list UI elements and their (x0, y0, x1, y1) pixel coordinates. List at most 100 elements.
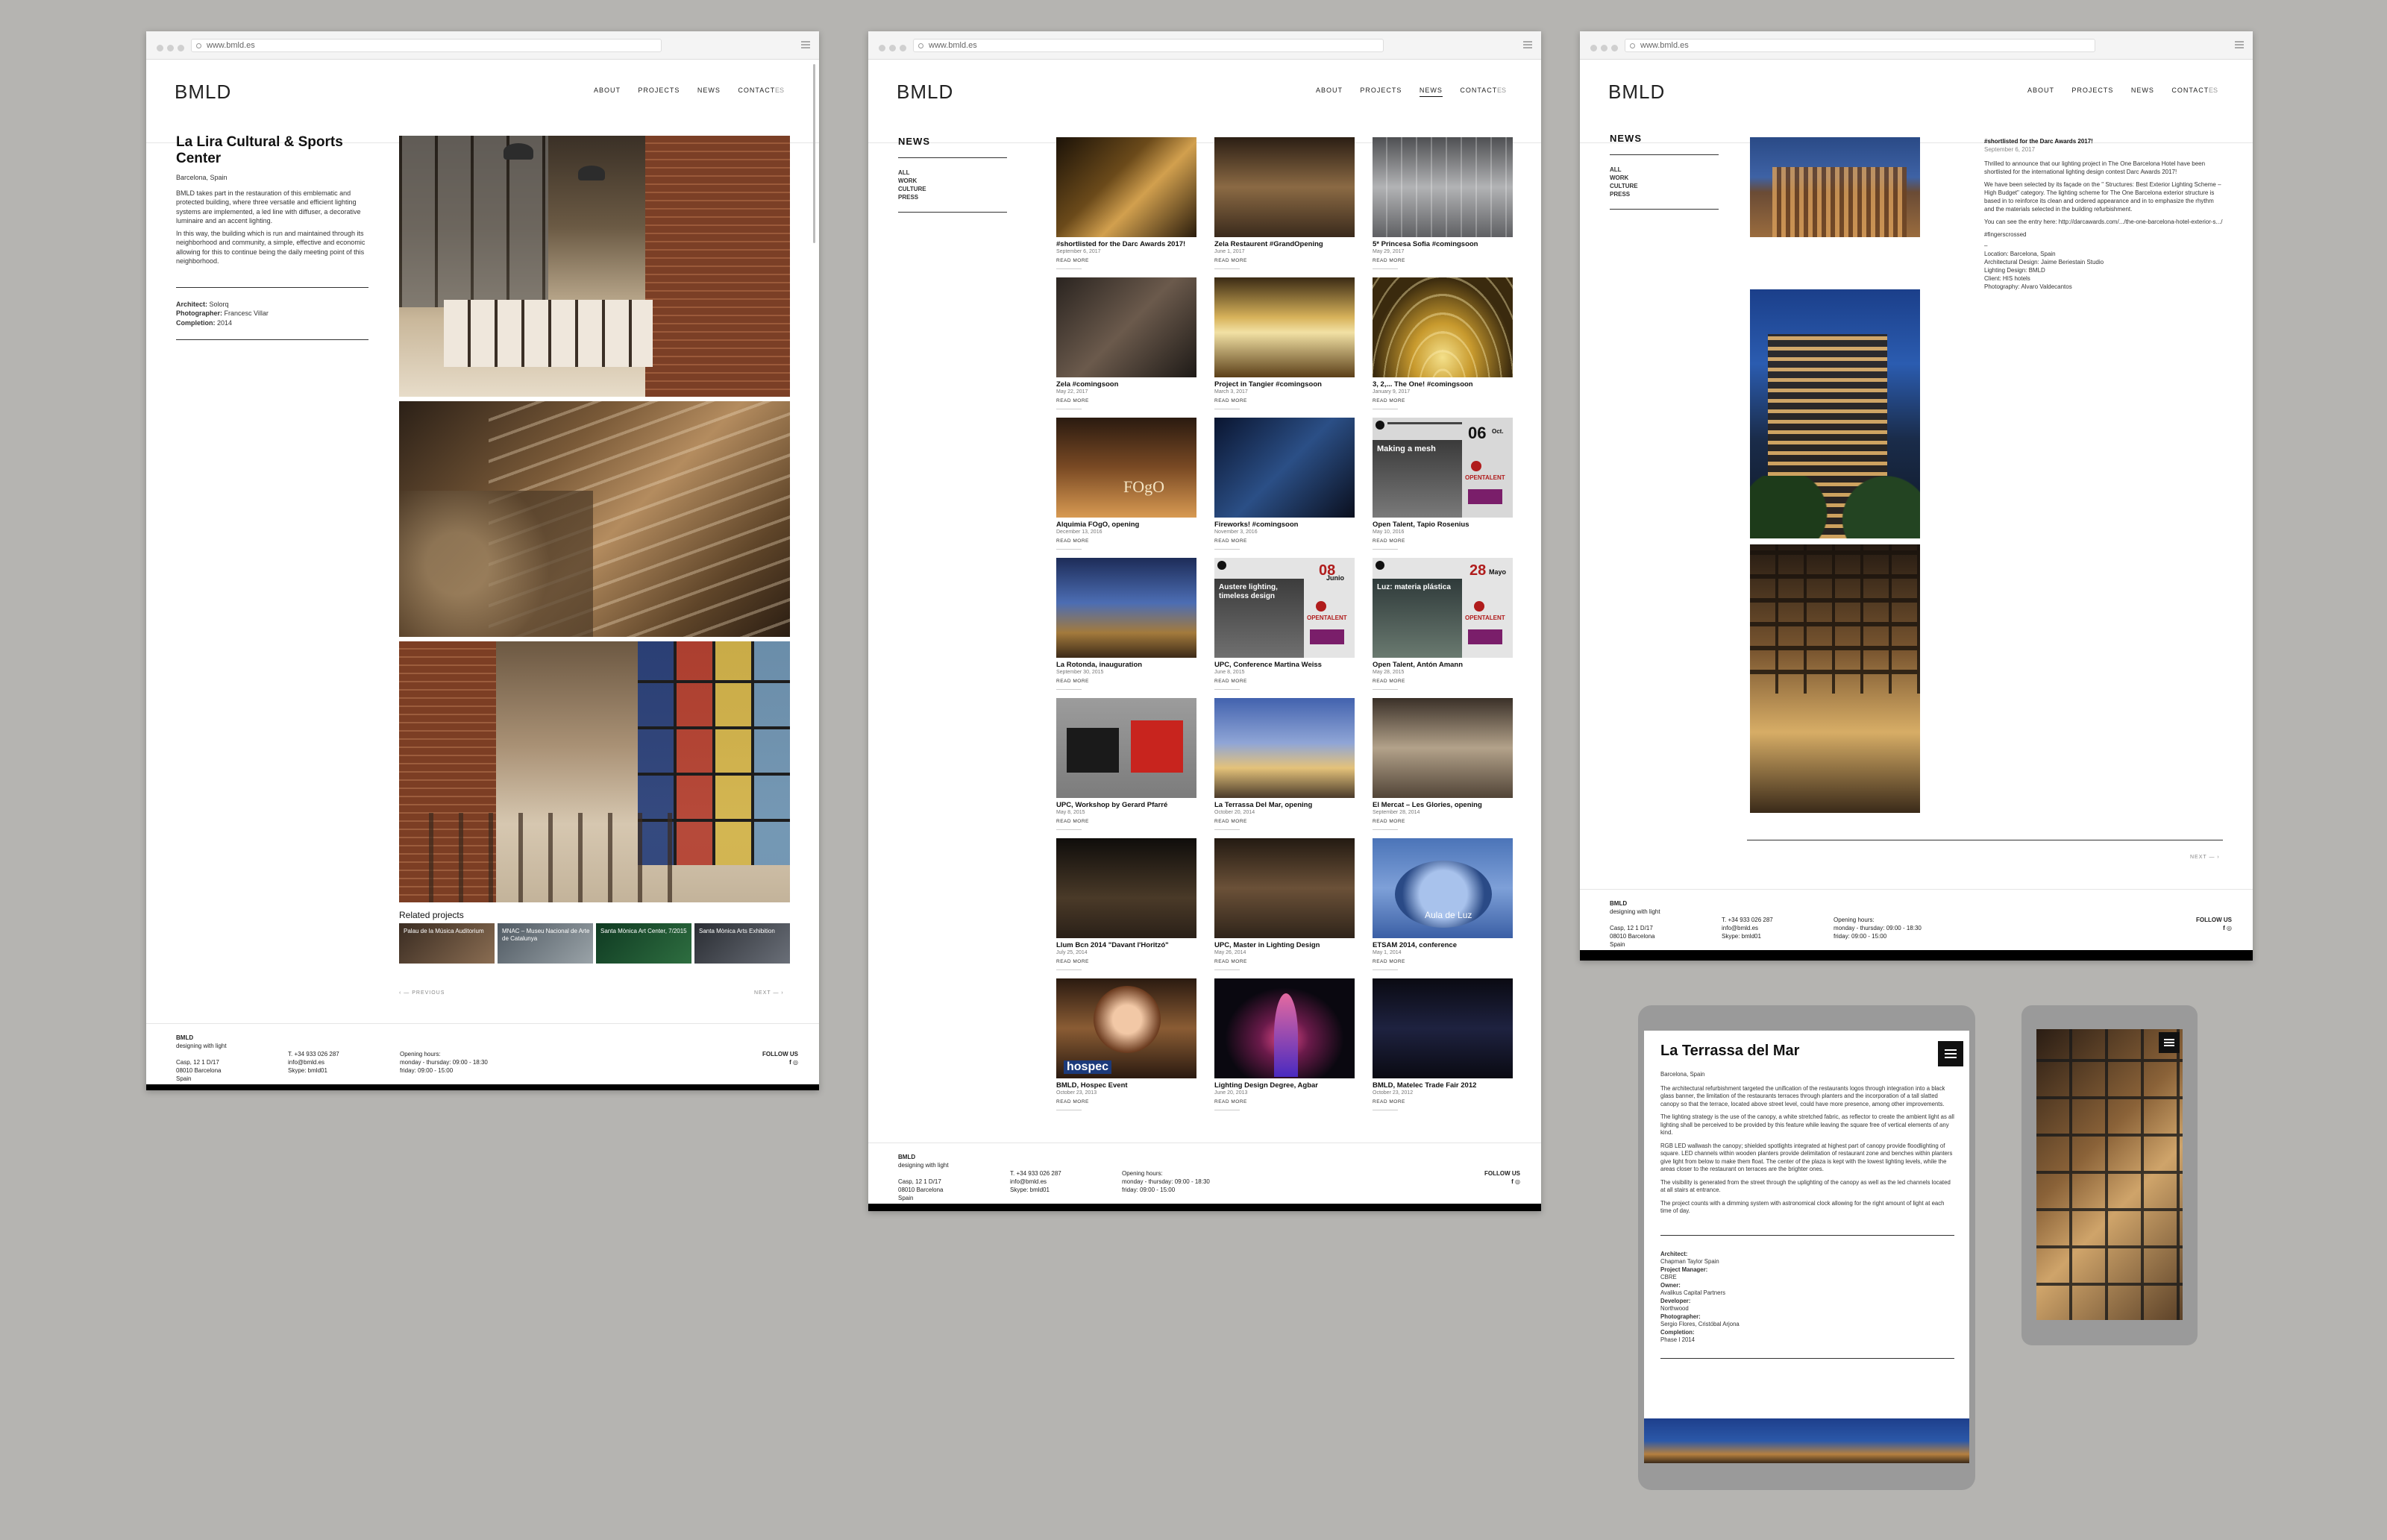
project-photo-cafe[interactable] (399, 641, 790, 902)
nav-projects[interactable]: PROJECTS (1360, 87, 1402, 94)
read-more-link[interactable]: READ MORE (1214, 959, 1247, 970)
news-item-title[interactable]: Lighting Design Degree, Agbar (1214, 1081, 1318, 1090)
email-link[interactable]: info@bmld.es (1722, 924, 1773, 932)
project-photo-interior[interactable] (399, 136, 790, 397)
news-item-title[interactable]: La Terrassa Del Mar, opening (1214, 801, 1312, 809)
news-item-title[interactable]: UPC, Master in Lighting Design (1214, 941, 1320, 949)
filter-work[interactable]: WORK (1610, 174, 1719, 182)
next-link[interactable]: NEXT — › (754, 990, 784, 996)
nav-about[interactable]: ABOUT (594, 87, 621, 94)
read-more-link[interactable]: READ MORE (1373, 819, 1405, 830)
news-item-title[interactable]: Zela #comingsoon (1056, 380, 1118, 389)
nav-about[interactable]: ABOUT (2027, 87, 2054, 94)
news-item-title[interactable]: Fireworks! #comingsoon (1214, 521, 1298, 529)
read-more-link[interactable]: READ MORE (1214, 1099, 1247, 1110)
site-logo[interactable]: BMLD (897, 81, 953, 104)
window-controls[interactable] (1590, 42, 1622, 55)
filter-all[interactable]: ALL (1610, 166, 1719, 174)
news-thumbnail[interactable] (1214, 978, 1355, 1078)
read-more-link[interactable]: READ MORE (1373, 538, 1405, 550)
news-thumbnail[interactable] (1214, 418, 1355, 518)
related-project-card[interactable]: Palau de la Música Auditorium (399, 923, 495, 964)
news-thumbnail[interactable]: 08 Junio Austere lighting, timeless design… (1214, 558, 1355, 658)
news-item-title[interactable]: Llum Bcn 2014 "Davant l'Horitzó" (1056, 941, 1169, 949)
filter-all[interactable]: ALL (898, 169, 1007, 177)
news-thumbnail[interactable] (1214, 838, 1355, 938)
read-more-link[interactable]: READ MORE (1056, 819, 1089, 830)
news-thumbnail[interactable]: FOgO (1056, 418, 1196, 518)
address-bar[interactable]: www.bmld.es (1625, 39, 2096, 52)
news-item-title[interactable]: Project in Tangier #comingsoon (1214, 380, 1322, 389)
news-thumbnail[interactable] (1056, 558, 1196, 658)
nav-news[interactable]: NEWS (697, 87, 721, 94)
browser-menu-icon[interactable] (801, 41, 810, 48)
read-more-link[interactable]: READ MORE (1056, 398, 1089, 409)
filter-work[interactable]: WORK (898, 177, 1007, 185)
news-thumbnail[interactable] (1373, 277, 1513, 377)
news-item-title[interactable]: UPC, Conference Martina Weiss (1214, 661, 1322, 669)
news-item-title[interactable]: #shortlisted for the Darc Awards 2017! (1056, 240, 1185, 248)
tablet-photo[interactable] (1644, 1418, 1969, 1463)
news-thumbnail[interactable] (1373, 978, 1513, 1078)
related-project-card[interactable]: Santa Mònica Arts Exhibition (694, 923, 790, 964)
read-more-link[interactable]: READ MORE (1373, 959, 1405, 970)
previous-link[interactable]: ‹ — PREVIOUS (399, 990, 445, 996)
instagram-icon[interactable]: ◎ (793, 1059, 798, 1066)
nav-projects[interactable]: PROJECTS (638, 87, 680, 94)
article-link[interactable]: You can see the entry here: http://darca… (1984, 218, 2223, 226)
read-more-link[interactable]: READ MORE (1056, 1099, 1089, 1110)
read-more-link[interactable]: READ MORE (1056, 538, 1089, 550)
news-thumbnail[interactable] (1056, 838, 1196, 938)
news-thumbnail[interactable]: hospec (1056, 978, 1196, 1078)
filter-press[interactable]: PRESS (1610, 190, 1719, 198)
related-project-card[interactable]: MNAC – Museu Nacional de Arte de Catalun… (498, 923, 593, 964)
nav-contact[interactable]: CONTACT (2171, 87, 2209, 94)
news-item-title[interactable]: UPC, Workshop by Gerard Pfarré (1056, 801, 1167, 809)
facebook-icon[interactable]: f (789, 1059, 791, 1066)
read-more-link[interactable]: READ MORE (1214, 679, 1247, 690)
filter-culture[interactable]: CULTURE (1610, 182, 1719, 190)
browser-menu-icon[interactable] (2235, 41, 2244, 48)
read-more-link[interactable]: READ MORE (1214, 398, 1247, 409)
window-controls[interactable] (157, 42, 188, 55)
news-thumbnail[interactable] (1373, 137, 1513, 237)
article-photo-facade[interactable] (1750, 137, 1920, 237)
news-item-title[interactable]: 3, 2,... The One! #comingsoon (1373, 380, 1473, 389)
read-more-link[interactable]: READ MORE (1373, 398, 1405, 409)
nav-projects[interactable]: PROJECTS (2071, 87, 2113, 94)
read-more-link[interactable]: READ MORE (1056, 679, 1089, 690)
news-item-title[interactable]: La Rotonda, inauguration (1056, 661, 1142, 669)
email-link[interactable]: info@bmld.es (288, 1058, 339, 1066)
news-thumbnail[interactable] (1056, 277, 1196, 377)
news-thumbnail[interactable] (1056, 137, 1196, 237)
filter-culture[interactable]: CULTURE (898, 185, 1007, 193)
instagram-icon[interactable]: ◎ (2227, 925, 2232, 931)
read-more-link[interactable]: READ MORE (1056, 258, 1089, 269)
news-item-title[interactable]: Open Talent, Antón Amann (1373, 661, 1463, 669)
site-logo[interactable]: BMLD (1608, 81, 1665, 104)
news-thumbnail[interactable] (1056, 698, 1196, 798)
news-thumbnail[interactable]: 28 Mayo Luz: materia plástica OPENTALENT (1373, 558, 1513, 658)
facebook-icon[interactable]: f (1511, 1178, 1514, 1185)
read-more-link[interactable]: READ MORE (1373, 679, 1405, 690)
news-thumbnail[interactable] (1373, 698, 1513, 798)
scrollbar[interactable] (813, 64, 815, 243)
address-bar[interactable]: www.bmld.es (913, 39, 1384, 52)
next-link[interactable]: NEXT — › (2190, 855, 2220, 860)
news-thumbnail[interactable]: 06 Oct. Making a mesh OPENTALENT (1373, 418, 1513, 518)
language-switch[interactable]: ES (775, 87, 784, 94)
news-item-title[interactable]: El Mercat – Les Glories, opening (1373, 801, 1482, 809)
read-more-link[interactable]: READ MORE (1056, 959, 1089, 970)
news-thumbnail[interactable] (1214, 277, 1355, 377)
nav-news[interactable]: NEWS (1419, 87, 1443, 97)
phone-screen[interactable] (2036, 1029, 2183, 1320)
phone-menu-button[interactable] (2159, 1032, 2180, 1053)
tablet-menu-button[interactable] (1938, 1041, 1963, 1066)
project-photo-stairs[interactable] (399, 401, 790, 637)
read-more-link[interactable]: READ MORE (1373, 1099, 1405, 1110)
language-switch[interactable]: ES (2209, 87, 2218, 94)
news-item-title[interactable]: BMLD, Matelec Trade Fair 2012 (1373, 1081, 1476, 1090)
news-thumbnail[interactable]: Aula de Luz (1373, 838, 1513, 938)
news-item-title[interactable]: BMLD, Hospec Event (1056, 1081, 1128, 1090)
email-link[interactable]: info@bmld.es (1010, 1178, 1061, 1186)
